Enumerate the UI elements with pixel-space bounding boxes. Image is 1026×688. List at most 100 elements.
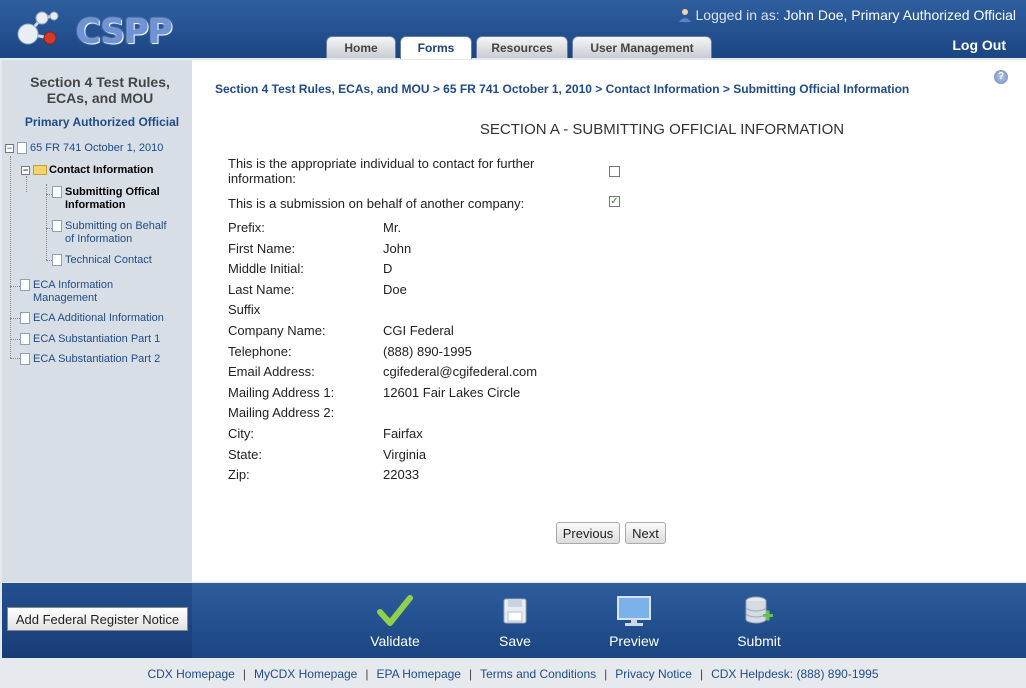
main-tabs: Home Forms Resources User Management (326, 36, 716, 59)
logo-text: CSPP (76, 12, 173, 52)
field-label: Suffix (228, 302, 261, 317)
collapse-toggle-icon[interactable]: − (21, 166, 30, 175)
field-label: Mailing Address 2: (228, 405, 335, 420)
tree-item-root[interactable]: − 65 FR 741 October 1, 2010 (5, 142, 163, 155)
tree-item-submitting-behalf[interactable]: Submitting on Behalf of Information (52, 220, 176, 246)
database-add-icon (745, 596, 773, 624)
tree-item-technical-contact-label: Technical Contact (65, 254, 152, 266)
app-header: CSPP Logged in as: John Doe, Primary Aut… (0, 0, 1026, 59)
next-button[interactable]: Next (625, 522, 666, 544)
document-icon (20, 333, 30, 345)
login-prefix: Logged in as: (695, 7, 780, 23)
field-value: Virginia (383, 447, 427, 462)
field-value: 12601 Fair Lakes Circle (383, 385, 521, 400)
privacy-link[interactable]: Privacy Notice (615, 667, 692, 681)
tab-resources[interactable]: Resources (476, 36, 568, 58)
field-label: Company Name: (228, 323, 326, 338)
monitor-icon (617, 596, 651, 626)
document-icon (52, 186, 62, 198)
save-label: Save (499, 633, 531, 649)
add-federal-register-notice-button[interactable]: Add Federal Register Notice (7, 607, 188, 631)
checkmark-icon: ✓ (610, 196, 619, 207)
document-icon (52, 254, 62, 266)
field-label: Zip: (228, 467, 250, 482)
link-separator: | (242, 667, 246, 681)
tree-item-eca-info-mgmt[interactable]: ECA Information Management (20, 279, 130, 305)
field-label: Mailing Address 1: (228, 385, 335, 400)
field-value: 22033 (383, 467, 420, 482)
field-label: City: (228, 426, 254, 441)
field-label: Telephone: (228, 344, 292, 359)
field-value: Fairfax (383, 426, 423, 441)
tree-item-root-label: 65 FR 741 October 1, 2010 (30, 142, 164, 154)
question-behalf-company: This is a submission on behalf of anothe… (228, 196, 525, 211)
tree-connector (10, 156, 11, 358)
navigation-tree: − 65 FR 741 October 1, 2010 − Contact In… (2, 60, 192, 580)
link-separator: | (604, 667, 608, 681)
previous-button[interactable]: Previous (556, 522, 620, 544)
tree-item-eca-additional[interactable]: ECA Additional Information (20, 312, 164, 325)
preview-button[interactable]: Preview (594, 595, 674, 649)
help-icon[interactable]: ? (994, 70, 1008, 84)
mycdx-homepage-link[interactable]: MyCDX Homepage (254, 667, 357, 681)
validate-button[interactable]: Validate (355, 595, 435, 649)
collapse-toggle-icon[interactable]: − (5, 144, 14, 153)
preview-label: Preview (609, 633, 659, 649)
tree-connector (10, 286, 20, 287)
contact-individual-checkbox[interactable] (609, 166, 620, 177)
tree-connector (10, 339, 20, 340)
field-value: Mr. (383, 220, 402, 235)
field-value: CGI Federal (383, 323, 454, 338)
user-icon (678, 9, 691, 22)
tab-forms[interactable]: Forms (400, 36, 472, 59)
action-bar-left: Add Federal Register Notice (2, 583, 192, 658)
submit-button[interactable]: Submit (719, 595, 799, 649)
behalf-company-checkbox[interactable]: ✓ (609, 196, 620, 207)
tree-item-eca-sub2[interactable]: ECA Substantiation Part 2 (20, 353, 160, 366)
tree-item-technical-contact[interactable]: Technical Contact (52, 254, 152, 267)
breadcrumb: Section 4 Test Rules, ECAs, and MOU > 65… (215, 82, 910, 96)
link-separator: | (699, 667, 704, 681)
epa-homepage-link[interactable]: EPA Homepage (376, 667, 461, 681)
login-user: John Doe, Primary Authorized Official (783, 7, 1016, 23)
tree-item-submitting-official[interactable]: Submitting Offical Information (52, 186, 172, 212)
terms-link[interactable]: Terms and Conditions (480, 667, 596, 681)
molecule-logo-icon (17, 11, 59, 45)
tree-item-contact-information[interactable]: − Contact Information (21, 164, 154, 177)
logout-link[interactable]: Log Out (952, 37, 1006, 53)
document-icon (52, 220, 62, 232)
validate-label: Validate (370, 633, 420, 649)
document-icon (20, 279, 30, 291)
tree-item-eca-sub1-label: ECA Substantiation Part 1 (33, 333, 161, 345)
link-separator: | (468, 667, 473, 681)
tree-connector (10, 358, 20, 359)
cdx-homepage-link[interactable]: CDX Homepage (147, 667, 234, 681)
field-label: Middle Initial: (228, 261, 304, 276)
login-status: Logged in as: John Doe, Primary Authoriz… (678, 7, 1016, 23)
tree-connector (46, 184, 47, 260)
footer-links: CDX Homepage | MyCDX Homepage | EPA Homepage… (0, 667, 1026, 681)
submit-label: Submit (737, 633, 781, 649)
field-label: Last Name: (228, 282, 295, 297)
document-icon (20, 353, 30, 365)
tree-item-eca-sub2-label: ECA Substantiation Part 2 (33, 353, 161, 365)
field-value: D (383, 261, 393, 276)
floppy-disk-icon (503, 598, 527, 624)
tree-item-eca-sub1[interactable]: ECA Substantiation Part 1 (20, 333, 160, 346)
field-label: Prefix: (228, 220, 265, 235)
tab-home[interactable]: Home (326, 36, 396, 58)
tree-item-submitting-behalf-label: Submitting on Behalf of Information (65, 220, 167, 245)
folder-open-icon (33, 165, 47, 175)
tree-item-eca-info-mgmt-label: ECA Information Management (33, 279, 114, 304)
action-bar: Add Federal Register Notice Validate Sav… (2, 583, 1026, 658)
sidebar: Section 4 Test Rules, ECAs, and MOU Prim… (2, 60, 192, 582)
cdx-helpdesk-link[interactable]: CDX Helpdesk: (888) 890-1995 (711, 667, 878, 681)
save-button[interactable]: Save (475, 595, 555, 649)
document-icon (20, 312, 30, 324)
tree-connector (26, 176, 27, 192)
tab-user-management[interactable]: User Management (572, 36, 712, 58)
cspp-logo: CSPP (14, 6, 173, 52)
field-label: First Name: (228, 241, 296, 256)
tree-item-eca-additional-label: ECA Additional Information (33, 312, 164, 324)
main-content: ? Section 4 Test Rules, ECAs, and MOU > … (192, 60, 1026, 582)
